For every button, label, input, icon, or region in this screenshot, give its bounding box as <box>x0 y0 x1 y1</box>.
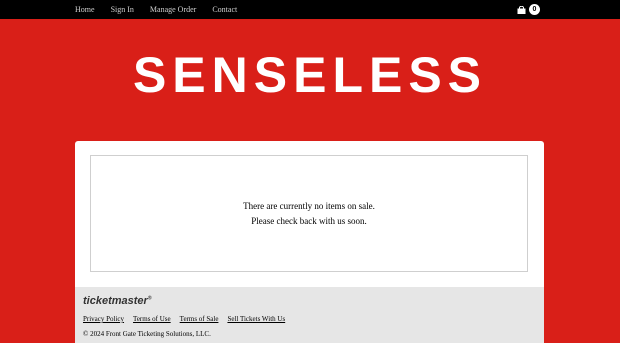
nav-home-link[interactable]: Home <box>75 5 95 14</box>
nav-contact-link[interactable]: Contact <box>212 5 237 14</box>
check-back-message: Please check back with us soon. <box>251 215 367 226</box>
cart-count-badge: 0 <box>529 4 540 15</box>
shopping-bag-icon <box>517 5 526 14</box>
privacy-policy-link[interactable]: Privacy Policy <box>83 315 124 323</box>
nav-sign-in-link[interactable]: Sign In <box>111 5 134 14</box>
footer-links: Privacy Policy Terms of Use Terms of Sal… <box>83 315 294 323</box>
event-logo: SENSELESS <box>132 47 488 103</box>
main-nav: Home Sign In Manage Order Contact <box>75 0 253 19</box>
cart-button[interactable]: 0 <box>517 4 540 15</box>
main-card: There are currently no items on sale. Pl… <box>75 141 544 343</box>
nav-manage-order-link[interactable]: Manage Order <box>150 5 196 14</box>
sell-tickets-link[interactable]: Sell Tickets With Us <box>227 315 285 323</box>
empty-items-box: There are currently no items on sale. Pl… <box>90 155 528 272</box>
top-nav-bar: Home Sign In Manage Order Contact 0 <box>0 0 620 19</box>
no-items-message: There are currently no items on sale. <box>243 200 375 211</box>
terms-of-use-link[interactable]: Terms of Use <box>133 315 171 323</box>
ticketmaster-logo-text: ticketmaster <box>83 295 148 307</box>
terms-of-sale-link[interactable]: Terms of Sale <box>180 315 219 323</box>
copyright-text: © 2024 Front Gate Ticketing Solutions, L… <box>83 330 211 338</box>
ticketmaster-logo: ticketmaster® <box>83 295 152 307</box>
footer: ticketmaster® Privacy Policy Terms of Us… <box>75 287 544 343</box>
